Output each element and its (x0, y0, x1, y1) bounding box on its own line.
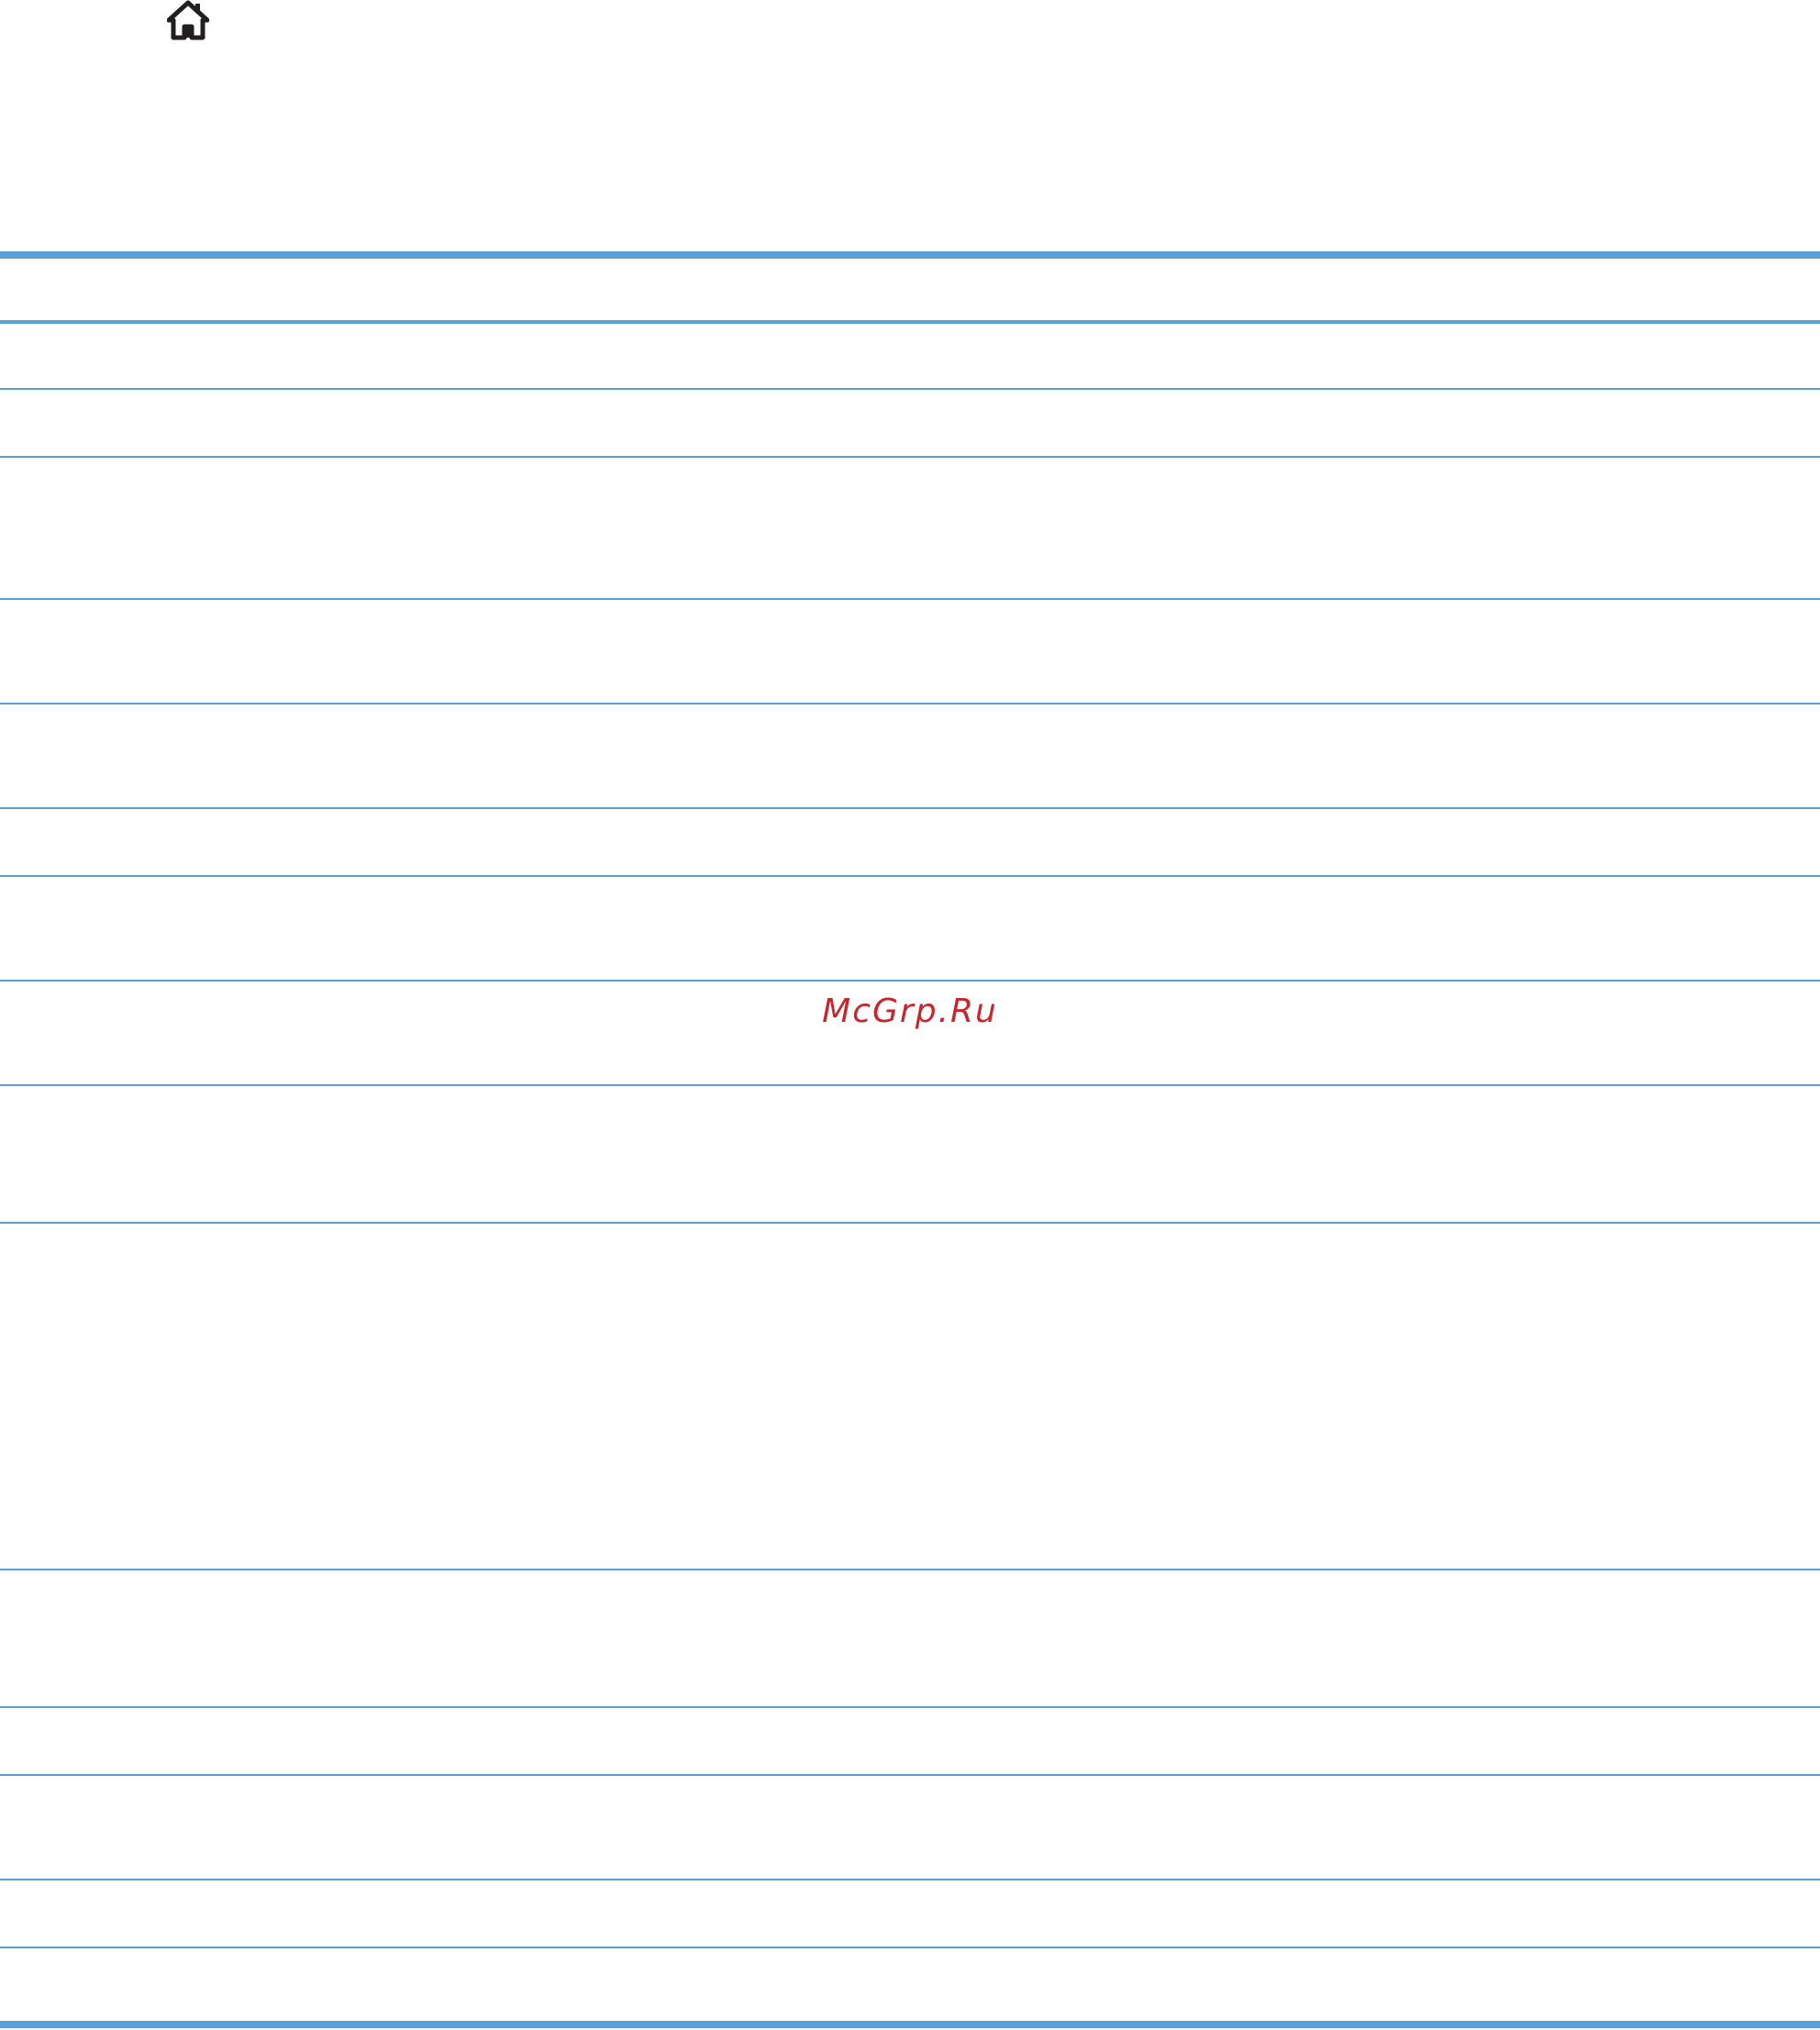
table-row (0, 1880, 1820, 1947)
table-row (0, 1948, 1820, 2013)
table-row (0, 809, 1820, 875)
table-row (0, 1224, 1820, 1569)
table-row (0, 1086, 1820, 1222)
table-row (0, 877, 1820, 980)
table-row (0, 704, 1820, 807)
table-row (0, 324, 1820, 388)
table-row (0, 1570, 1820, 1706)
table-row (0, 1708, 1820, 1774)
table-top-rule (0, 251, 1820, 259)
table-bottom-rule (0, 2021, 1820, 2028)
table-header-row (0, 259, 1820, 320)
table-row (0, 390, 1820, 456)
table-row (0, 458, 1820, 598)
table-row (0, 1776, 1820, 1879)
home-icon[interactable] (167, 0, 209, 40)
table-row (0, 600, 1820, 703)
document-table (0, 251, 1820, 2030)
watermark-text: McGrp.Ru (822, 993, 998, 1030)
